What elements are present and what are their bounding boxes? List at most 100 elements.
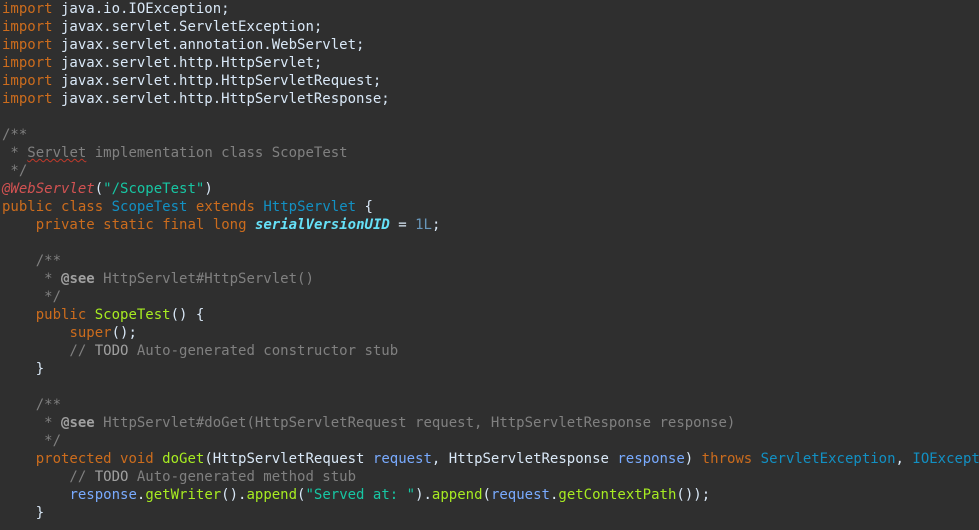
code-line[interactable] <box>0 108 979 126</box>
code-token-misspelled: Servlet <box>27 145 87 161</box>
code-token-kw: import <box>2 19 53 35</box>
code-line[interactable]: import javax.servlet.http.HttpServletRes… <box>0 90 979 108</box>
code-token-kw: throws <box>701 451 753 467</box>
code-line[interactable]: import java.io.IOException; <box>0 0 979 18</box>
code-line[interactable]: * @see HttpServlet#HttpServlet() <box>0 270 979 288</box>
code-token-plain: } <box>2 505 45 521</box>
code-token-plain: = <box>389 217 416 233</box>
code-token-classname: ScopeTest <box>111 199 188 215</box>
code-token-plain: (). <box>221 487 247 503</box>
code-token-var: request <box>372 451 432 467</box>
code-token-kw: import <box>2 55 53 71</box>
code-token-method: ScopeTest <box>94 307 171 323</box>
code-line[interactable]: // TODO Auto-generated method stub <box>0 468 979 486</box>
code-line[interactable]: } <box>0 504 979 522</box>
code-line[interactable]: protected void doGet(HttpServletRequest … <box>0 450 979 468</box>
code-token-kw: import <box>2 37 53 53</box>
code-token-kw: private <box>35 217 95 233</box>
code-token-javadoc: /** <box>2 397 62 413</box>
code-token-plain: ) <box>204 181 213 197</box>
code-token-javadoc: * <box>2 145 28 161</box>
code-line[interactable]: private static final long serialVersionU… <box>0 216 979 234</box>
code-token-plain: ()); <box>676 487 711 503</box>
code-token-type: IOException <box>912 451 979 467</box>
code-token-call: getContextPath <box>558 487 677 503</box>
code-token-string: "Served at: " <box>305 487 416 503</box>
code-token-plain: javax.servlet.http.HttpServlet; <box>52 55 323 71</box>
code-token-plain: javax.servlet.http.HttpServletResponse; <box>52 91 390 107</box>
code-token-javadoc: implementation class ScopeTest <box>86 145 348 161</box>
code-token-kw: class <box>61 199 104 215</box>
code-token-number: 1L <box>415 217 432 233</box>
code-token-doctag: @see <box>61 415 95 431</box>
code-line[interactable]: /** <box>0 396 979 414</box>
code-token-todo: TODO <box>94 343 129 359</box>
code-line[interactable] <box>0 234 979 252</box>
code-line[interactable]: /** <box>0 252 979 270</box>
code-token-var: response <box>69 487 137 503</box>
code-token-anno: @WebServlet <box>2 181 95 197</box>
code-line[interactable]: response.getWriter().append("Served at: … <box>0 486 979 504</box>
code-line[interactable]: */ <box>0 432 979 450</box>
code-token-kw: super <box>69 325 112 341</box>
code-token-kw: long <box>212 217 247 233</box>
code-token-doctag: @see <box>61 271 95 287</box>
code-token-field: serialVersionUID <box>254 217 390 233</box>
code-token-method: doGet <box>162 451 205 467</box>
code-line[interactable]: /** <box>0 126 979 144</box>
code-token-kw: protected <box>35 451 112 467</box>
code-token-plain: } <box>2 361 45 377</box>
code-line[interactable]: super(); <box>0 324 979 342</box>
code-line[interactable]: */ <box>0 162 979 180</box>
code-line[interactable]: } <box>0 360 979 378</box>
code-token-call: getWriter <box>145 487 222 503</box>
code-line[interactable]: import javax.servlet.http.HttpServletReq… <box>0 72 979 90</box>
code-token-plain: javax.servlet.ServletException; <box>52 19 323 35</box>
code-line[interactable]: import javax.servlet.annotation.WebServl… <box>0 36 979 54</box>
code-token-var: request <box>490 487 550 503</box>
code-line[interactable]: import javax.servlet.ServletException; <box>0 18 979 36</box>
code-token-javadoc: */ <box>2 433 62 449</box>
code-token-plain: javax.servlet.annotation.WebServlet; <box>52 37 365 53</box>
code-line[interactable]: @WebServlet("/ScopeTest") <box>0 180 979 198</box>
code-token-plain: (HttpServletRequest <box>204 451 373 467</box>
code-token-plain: (); <box>111 325 137 341</box>
code-token-kw: public <box>2 199 53 215</box>
code-line[interactable]: */ <box>0 288 979 306</box>
code-line[interactable]: // TODO Auto-generated constructor stub <box>0 342 979 360</box>
code-line[interactable]: * @see HttpServlet#doGet(HttpServletRequ… <box>0 414 979 432</box>
code-line[interactable]: import javax.servlet.http.HttpServlet; <box>0 54 979 72</box>
code-token-plain: java.io.IOException; <box>52 1 230 17</box>
code-token-kw: public <box>35 307 87 323</box>
code-token-plain: ; <box>431 217 441 233</box>
code-token-comment: // <box>2 469 95 485</box>
code-token-plain: ) <box>684 451 702 467</box>
code-line[interactable]: public ScopeTest() { <box>0 306 979 324</box>
code-token-comment: // <box>2 343 95 359</box>
code-line[interactable]: public class ScopeTest extends HttpServl… <box>0 198 979 216</box>
code-token-string: "/ScopeTest" <box>103 181 205 197</box>
code-token-javadoc: * <box>2 415 62 431</box>
code-line[interactable]: * Servlet implementation class ScopeTest <box>0 144 979 162</box>
code-token-type: HttpServlet <box>263 199 357 215</box>
code-token-kw: import <box>2 91 53 107</box>
code-token-comment: Auto-generated constructor stub <box>128 343 399 359</box>
code-token-plain: javax.servlet.http.HttpServletRequest; <box>52 73 382 89</box>
code-editor[interactable]: import java.io.IOException; import javax.… <box>0 0 979 530</box>
code-token-javadoc: /** <box>2 253 62 269</box>
code-token-plain: ( <box>482 487 491 503</box>
code-line[interactable] <box>0 378 979 396</box>
code-token-plain: () { <box>170 307 205 323</box>
code-token-kw: import <box>2 73 53 89</box>
code-token-kw: static <box>103 217 154 233</box>
